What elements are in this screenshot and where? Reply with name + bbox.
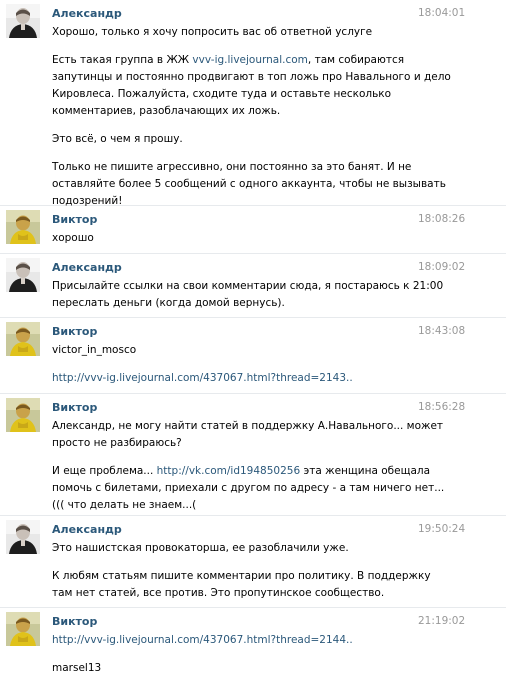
- message-paragraph: Хорошо, только я хочу попросить вас об о…: [52, 24, 452, 41]
- message-text: И еще проблема...: [52, 465, 157, 477]
- message-author[interactable]: Александр: [52, 261, 122, 274]
- message-link[interactable]: vvv-ig.livejournal.com: [192, 54, 307, 66]
- message-text: Только не пишите агрессивно, они постоян…: [52, 161, 446, 207]
- message-time[interactable]: 18:56:28: [418, 401, 465, 413]
- message-text: marsel13: [52, 662, 102, 674]
- avatar-viktor[interactable]: [6, 398, 40, 432]
- message-paragraph: Присылайте ссылки на свои комментарии сю…: [52, 278, 452, 312]
- message-paragraph: Это всё, о чем я прошу.: [52, 131, 452, 148]
- message-body: Александр, не могу найти статей в поддер…: [52, 418, 452, 514]
- message-paragraph: marsel13: [52, 660, 452, 677]
- message-body: Присылайте ссылки на свои комментарии сю…: [52, 278, 452, 312]
- message-author[interactable]: Виктор: [52, 615, 97, 628]
- message-time[interactable]: 21:19:02: [418, 615, 465, 627]
- message-time[interactable]: 18:08:26: [418, 213, 465, 225]
- message-text: К любям статьям пишите комментарии про п…: [52, 570, 431, 599]
- message-author[interactable]: Виктор: [52, 401, 97, 414]
- message-link[interactable]: http://vvv-ig.livejournal.com/437067.htm…: [52, 634, 353, 646]
- message-divider: [0, 317, 506, 318]
- message-paragraph: Александр, не могу найти статей в поддер…: [52, 418, 452, 452]
- message-divider: [0, 393, 506, 394]
- avatar-alexander[interactable]: [6, 258, 40, 292]
- message-link[interactable]: http://vvv-ig.livejournal.com/437067.htm…: [52, 372, 353, 384]
- message-time[interactable]: 18:43:08: [418, 325, 465, 337]
- avatar-alexander[interactable]: [6, 4, 40, 38]
- message-author[interactable]: Виктор: [52, 325, 97, 338]
- message-paragraph: хорошо: [52, 230, 452, 247]
- avatar-viktor[interactable]: [6, 322, 40, 356]
- avatar-alexander[interactable]: [6, 520, 40, 554]
- message-author[interactable]: Александр: [52, 7, 122, 20]
- message-paragraph: http://vvv-ig.livejournal.com/437067.htm…: [52, 370, 452, 387]
- avatar-viktor[interactable]: [6, 612, 40, 646]
- message-paragraph: Только не пишите агрессивно, они постоян…: [52, 159, 452, 210]
- message-text: victor_in_mosco: [52, 344, 137, 356]
- message-divider: [0, 515, 506, 516]
- message-link[interactable]: http://vk.com/id194850256: [157, 465, 300, 477]
- message-paragraph: И еще проблема... http://vk.com/id194850…: [52, 463, 452, 514]
- message-divider: [0, 607, 506, 608]
- message-paragraph: К любям статьям пишите комментарии про п…: [52, 568, 452, 602]
- message-text: Александр, не могу найти статей в поддер…: [52, 420, 444, 449]
- message-time[interactable]: 18:09:02: [418, 261, 465, 273]
- message-body: http://vvv-ig.livejournal.com/437067.htm…: [52, 632, 452, 677]
- message-text: Хорошо, только я хочу попросить вас об о…: [52, 26, 373, 38]
- message-paragraph: Есть такая группа в ЖЖ vvv-ig.livejourna…: [52, 52, 452, 120]
- message-text: Есть такая группа в ЖЖ: [52, 54, 193, 66]
- message-time[interactable]: 18:04:01: [418, 7, 465, 19]
- message-paragraph: victor_in_mosco: [52, 342, 452, 359]
- message-author[interactable]: Виктор: [52, 213, 97, 226]
- message-time[interactable]: 19:50:24: [418, 523, 465, 535]
- message-body: хорошо: [52, 230, 452, 247]
- avatar-viktor[interactable]: [6, 210, 40, 244]
- message-paragraph: http://vvv-ig.livejournal.com/437067.htm…: [52, 632, 452, 649]
- message-divider: [0, 253, 506, 254]
- message-body: victor_in_mosco http://vvv-ig.livejournal…: [52, 342, 452, 387]
- message-text: Это нашистская провокаторша, ее разоблач…: [52, 542, 349, 554]
- message-text: Это всё, о чем я прошу.: [52, 133, 183, 145]
- message-body: Хорошо, только я хочу попросить вас об о…: [52, 24, 452, 210]
- message-paragraph: Это нашистская провокаторша, ее разоблач…: [52, 540, 452, 557]
- message-body: Это нашистская провокаторша, ее разоблач…: [52, 540, 452, 602]
- message-text: Присылайте ссылки на свои комментарии сю…: [52, 280, 444, 309]
- message-author[interactable]: Александр: [52, 523, 122, 536]
- message-text: хорошо: [52, 232, 94, 244]
